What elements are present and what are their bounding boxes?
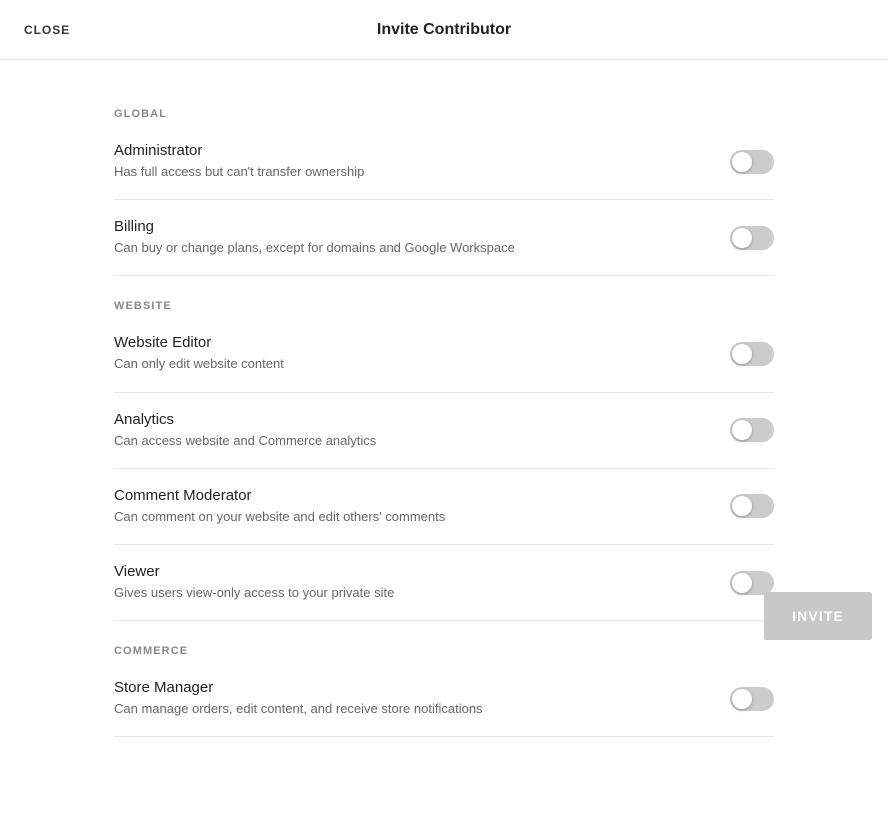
toggle-track-comment-moderator [730, 494, 774, 518]
permission-info-website-editor: Website Editor Can only edit website cont… [114, 334, 730, 373]
toggle-track-administrator [730, 150, 774, 174]
permission-name-billing: Billing [114, 218, 706, 235]
section-website: WEBSITE Website Editor Can only edit websi… [114, 300, 774, 621]
section-label-commerce: COMMERCE [114, 645, 774, 657]
permission-desc-billing: Can buy or change plans, except for doma… [114, 239, 706, 257]
main-content: GLOBAL Administrator Has full access but c… [114, 60, 774, 817]
toggle-analytics[interactable] [730, 418, 774, 442]
toggle-track-website-editor [730, 342, 774, 366]
toggle-track-billing [730, 226, 774, 250]
toggle-administrator[interactable] [730, 150, 774, 174]
permission-info-analytics: Analytics Can access website and Commerce… [114, 411, 730, 450]
permission-desc-analytics: Can access website and Commerce analytic… [114, 432, 706, 450]
toggle-billing[interactable] [730, 226, 774, 250]
permission-row-viewer: Viewer Gives users view-only access to yo… [114, 545, 774, 621]
close-button[interactable]: CLOSE [24, 23, 70, 37]
section-commerce: COMMERCE Store Manager Can manage orders, … [114, 645, 774, 737]
section-label-website: WEBSITE [114, 300, 774, 312]
permission-row-billing: Billing Can buy or change plans, except f… [114, 200, 774, 276]
toggle-store-manager[interactable] [730, 687, 774, 711]
toggle-viewer[interactable] [730, 571, 774, 595]
permission-row-administrator: Administrator Has full access but can't t… [114, 124, 774, 200]
invite-button[interactable]: INVITE [764, 592, 872, 640]
permission-info-comment-moderator: Comment Moderator Can comment on your web… [114, 487, 730, 526]
page-header: CLOSE Invite Contributor [0, 0, 888, 60]
permission-desc-administrator: Has full access but can't transfer owner… [114, 163, 706, 181]
permission-desc-website-editor: Can only edit website content [114, 355, 706, 373]
toggle-comment-moderator[interactable] [730, 494, 774, 518]
permission-desc-store-manager: Can manage orders, edit content, and rec… [114, 700, 706, 718]
permission-name-analytics: Analytics [114, 411, 706, 428]
permission-row-store-manager: Store Manager Can manage orders, edit con… [114, 661, 774, 737]
toggle-website-editor[interactable] [730, 342, 774, 366]
permission-desc-viewer: Gives users view-only access to your pri… [114, 584, 706, 602]
permission-info-administrator: Administrator Has full access but can't t… [114, 142, 730, 181]
section-global: GLOBAL Administrator Has full access but c… [114, 108, 774, 276]
permission-row-comment-moderator: Comment Moderator Can comment on your web… [114, 469, 774, 545]
toggle-track-viewer [730, 571, 774, 595]
permission-name-store-manager: Store Manager [114, 679, 706, 696]
permission-row-analytics: Analytics Can access website and Commerce… [114, 393, 774, 469]
permission-info-viewer: Viewer Gives users view-only access to yo… [114, 563, 730, 602]
permission-info-billing: Billing Can buy or change plans, except f… [114, 218, 730, 257]
permission-info-store-manager: Store Manager Can manage orders, edit con… [114, 679, 730, 718]
permission-name-website-editor: Website Editor [114, 334, 706, 351]
permission-desc-comment-moderator: Can comment on your website and edit oth… [114, 508, 706, 526]
permission-name-comment-moderator: Comment Moderator [114, 487, 706, 504]
toggle-track-analytics [730, 418, 774, 442]
toggle-track-store-manager [730, 687, 774, 711]
page-title: Invite Contributor [377, 21, 511, 39]
permission-name-viewer: Viewer [114, 563, 706, 580]
section-label-global: GLOBAL [114, 108, 774, 120]
permission-name-administrator: Administrator [114, 142, 706, 159]
permission-row-website-editor: Website Editor Can only edit website cont… [114, 316, 774, 392]
